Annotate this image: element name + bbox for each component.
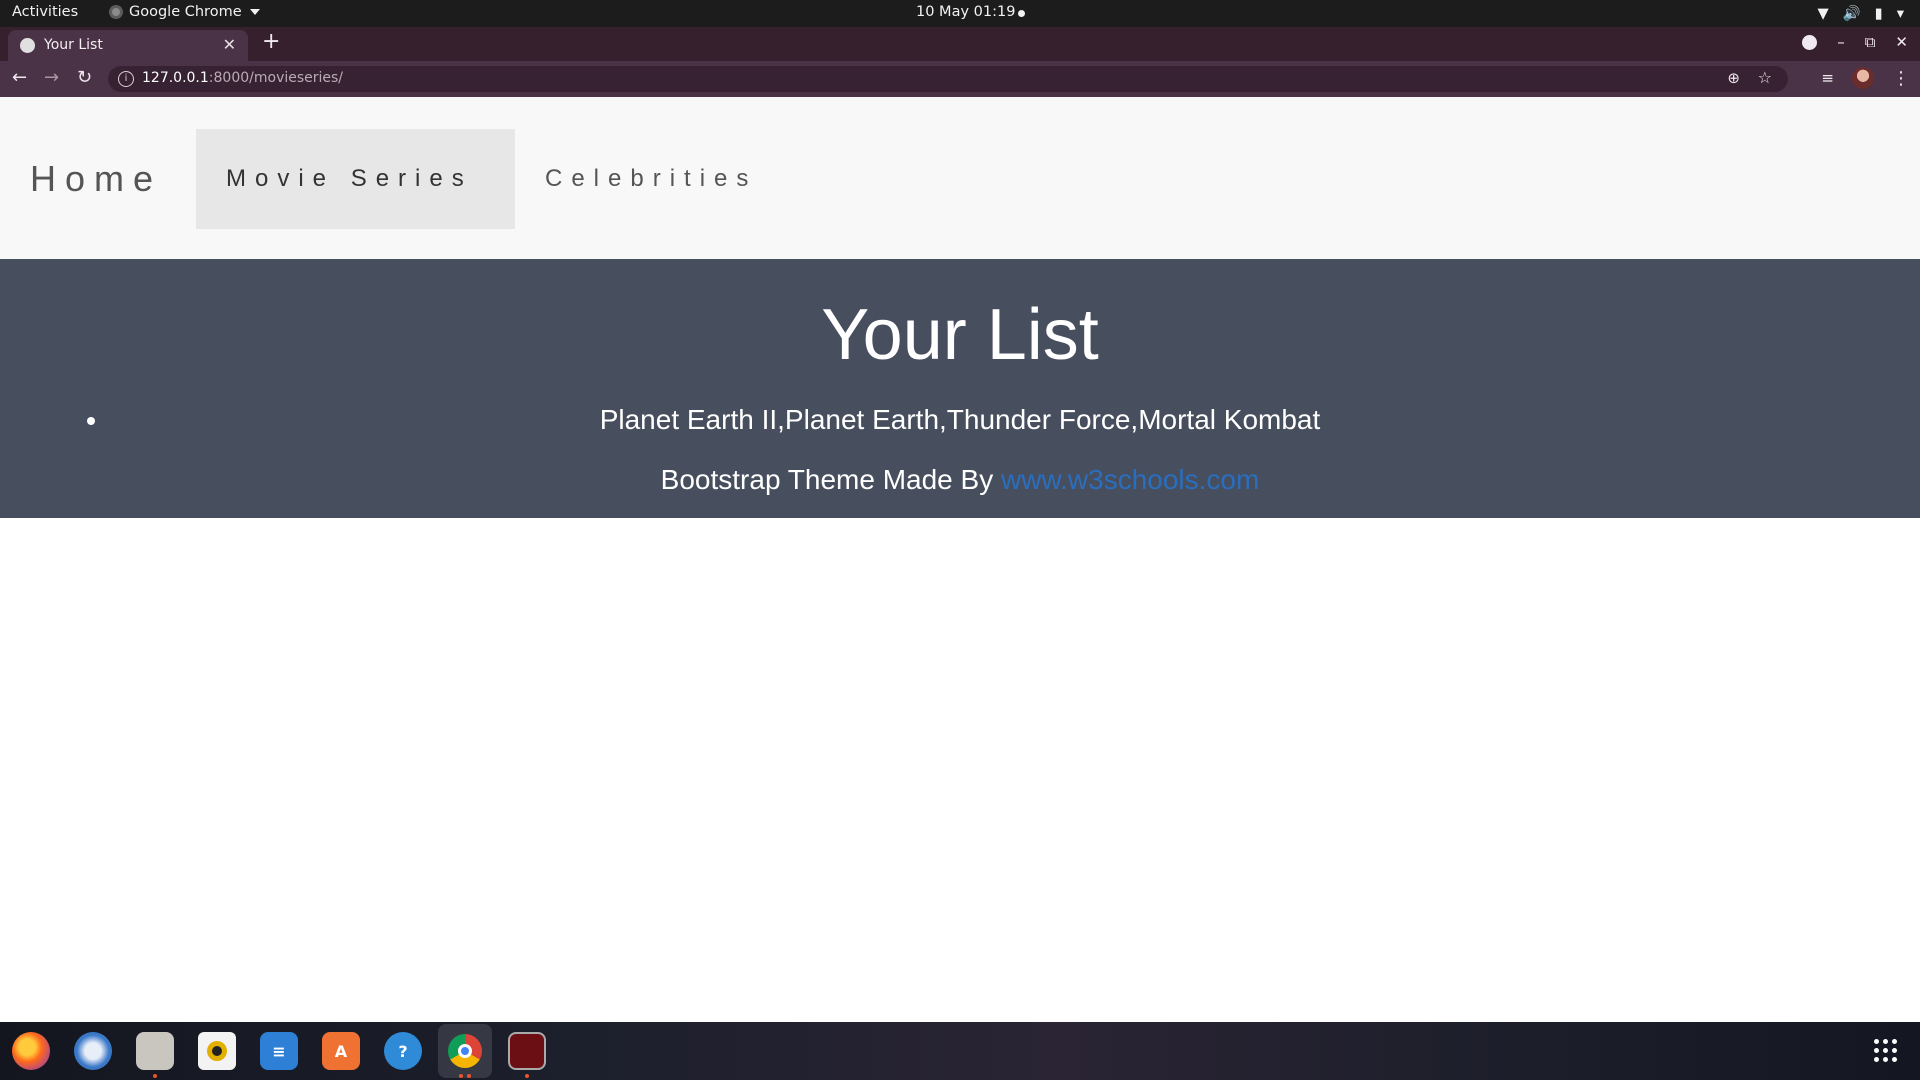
battery-icon: ▮ [1874,5,1883,22]
address-bar[interactable]: i 127.0.0.1:8000/movieseries/ ⊕ ☆ [108,66,1788,92]
close-window-icon[interactable]: ✕ [1895,33,1908,51]
nav-celebrities-link[interactable]: Celebrities [545,129,757,229]
system-top-bar: Activities Google Chrome 10 May 01:19 ▼ … [0,0,1920,27]
more-menu-icon[interactable]: ⋮ [1892,68,1910,89]
dock: ≡ A ? [0,1022,1920,1080]
toolbar-right-icons: ≡ ⋮ [1821,67,1910,89]
w3schools-link[interactable]: www.w3schools.com [1001,464,1259,495]
site-navbar: Home Movie Series Celebrities [0,97,1920,259]
credit-text: Bootstrap Theme Made By [660,464,1001,495]
app-menu[interactable]: Google Chrome [109,4,260,20]
app-menu-label: Google Chrome [129,4,242,20]
thunderbird-icon[interactable] [74,1032,112,1070]
clock[interactable]: 10 May 01:19 [916,4,1015,20]
running-indicator-icon [525,1074,529,1078]
tab-title: Your List [44,37,103,53]
chrome-icon[interactable] [438,1024,492,1078]
show-applications-icon[interactable] [1874,1039,1898,1063]
globe-icon [20,38,35,53]
system-tray[interactable]: ▼ 🔊 ▮ ▾ [1818,4,1904,23]
back-arrow-icon[interactable]: ← [12,67,27,89]
running-indicator-icon [153,1074,157,1078]
reload-icon[interactable]: ↻ [77,67,92,89]
chevron-down-icon [249,9,260,15]
help-icon[interactable]: ? [384,1032,422,1070]
running-indicator-icon [459,1074,463,1078]
new-tab-button[interactable]: + [262,30,280,54]
tab-your-list[interactable]: Your List ✕ [8,30,248,61]
list-section: Your List Planet Earth II,Planet Earth,T… [0,259,1920,518]
rhythmbox-icon[interactable] [198,1032,236,1070]
wifi-icon: ▼ [1817,5,1829,22]
volume-icon: 🔊 [1842,6,1861,22]
restore-icon[interactable]: ⧉ [1865,33,1876,51]
terminal-icon[interactable] [508,1032,546,1070]
minimize-icon[interactable]: – [1837,33,1845,51]
activities-button[interactable]: Activities [12,4,78,20]
system-menu-chevron-icon: ▾ [1896,5,1904,22]
close-tab-icon[interactable]: ✕ [223,35,236,54]
bookmark-star-icon[interactable]: ☆ [1758,68,1772,87]
media-queue-icon[interactable]: ≡ [1821,69,1834,87]
zoom-icon[interactable]: ⊕ [1727,69,1740,87]
web-page: Home Movie Series Celebrities Your List … [0,97,1920,1022]
tab-strip: Your List ✕ [0,27,1920,61]
nav-home-link[interactable]: Home [30,129,162,229]
chrome-small-icon [109,5,123,19]
firefox-icon[interactable] [12,1032,50,1070]
page-heading: Your List [821,295,1099,375]
list-item: Planet Earth II,Planet Earth,Thunder For… [0,402,1920,438]
credit-line: Bootstrap Theme Made By www.w3schools.co… [0,462,1920,498]
nav-movie-series-link[interactable]: Movie Series [196,129,515,229]
browser-toolbar: ← → ↻ i 127.0.0.1:8000/movieseries/ ⊕ ☆ … [0,61,1920,97]
software-icon[interactable]: A [322,1032,360,1070]
files-icon[interactable] [136,1032,174,1070]
profile-avatar[interactable] [1852,67,1874,89]
forward-arrow-icon[interactable]: → [44,67,59,89]
writer-icon[interactable]: ≡ [260,1032,298,1070]
window-controls: – ⧉ ✕ [1802,33,1908,51]
list-item-text: Planet Earth II,Planet Earth,Thunder For… [599,404,1321,435]
url-text[interactable]: 127.0.0.1:8000/movieseries/ [142,70,343,86]
tab-search-icon[interactable] [1802,34,1818,50]
site-info-icon[interactable]: i [118,71,134,87]
running-indicator-icon [467,1074,471,1078]
notification-dot-icon [1018,10,1025,17]
